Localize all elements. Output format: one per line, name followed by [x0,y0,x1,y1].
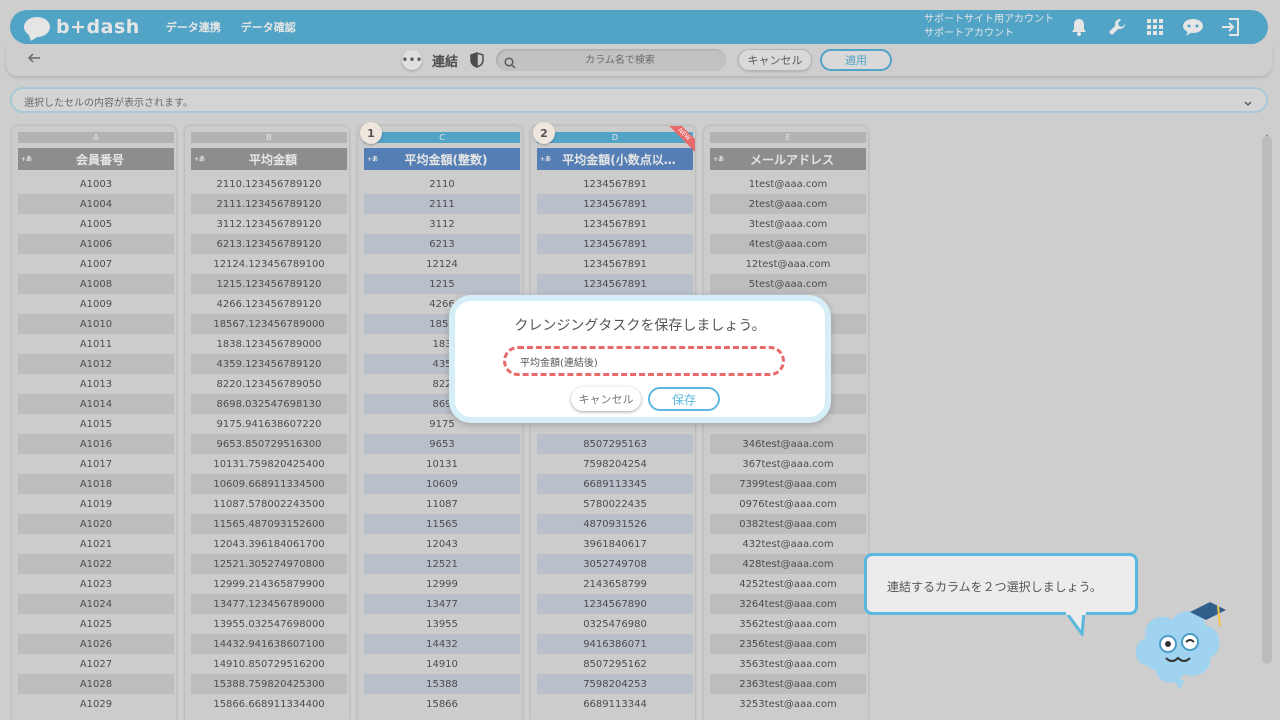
selection-order-badge: 2 [533,122,555,144]
new-label: NEW [669,126,695,152]
dialog-save-button[interactable]: 保存 [648,387,720,411]
selection-order-badge: 1 [360,122,382,144]
new-ribbon: NEW [669,126,695,152]
helper-speech-bubble: 連結するカラムを２つ選択しましょう。 [864,553,1138,615]
save-task-dialog: クレンジングタスクを保存しましょう。 キャンセル 保存 [449,295,831,423]
mascot-icon [1135,602,1226,690]
task-name-input[interactable] [503,346,785,376]
helper-text: 連結するカラムを２つ選択しましょう。 [887,580,1102,594]
speech-tail-icon [1064,612,1086,636]
dialog-title: クレンジングタスクを保存しましょう。 [514,318,766,334]
dialog-cancel-button[interactable]: キャンセル [571,387,641,411]
